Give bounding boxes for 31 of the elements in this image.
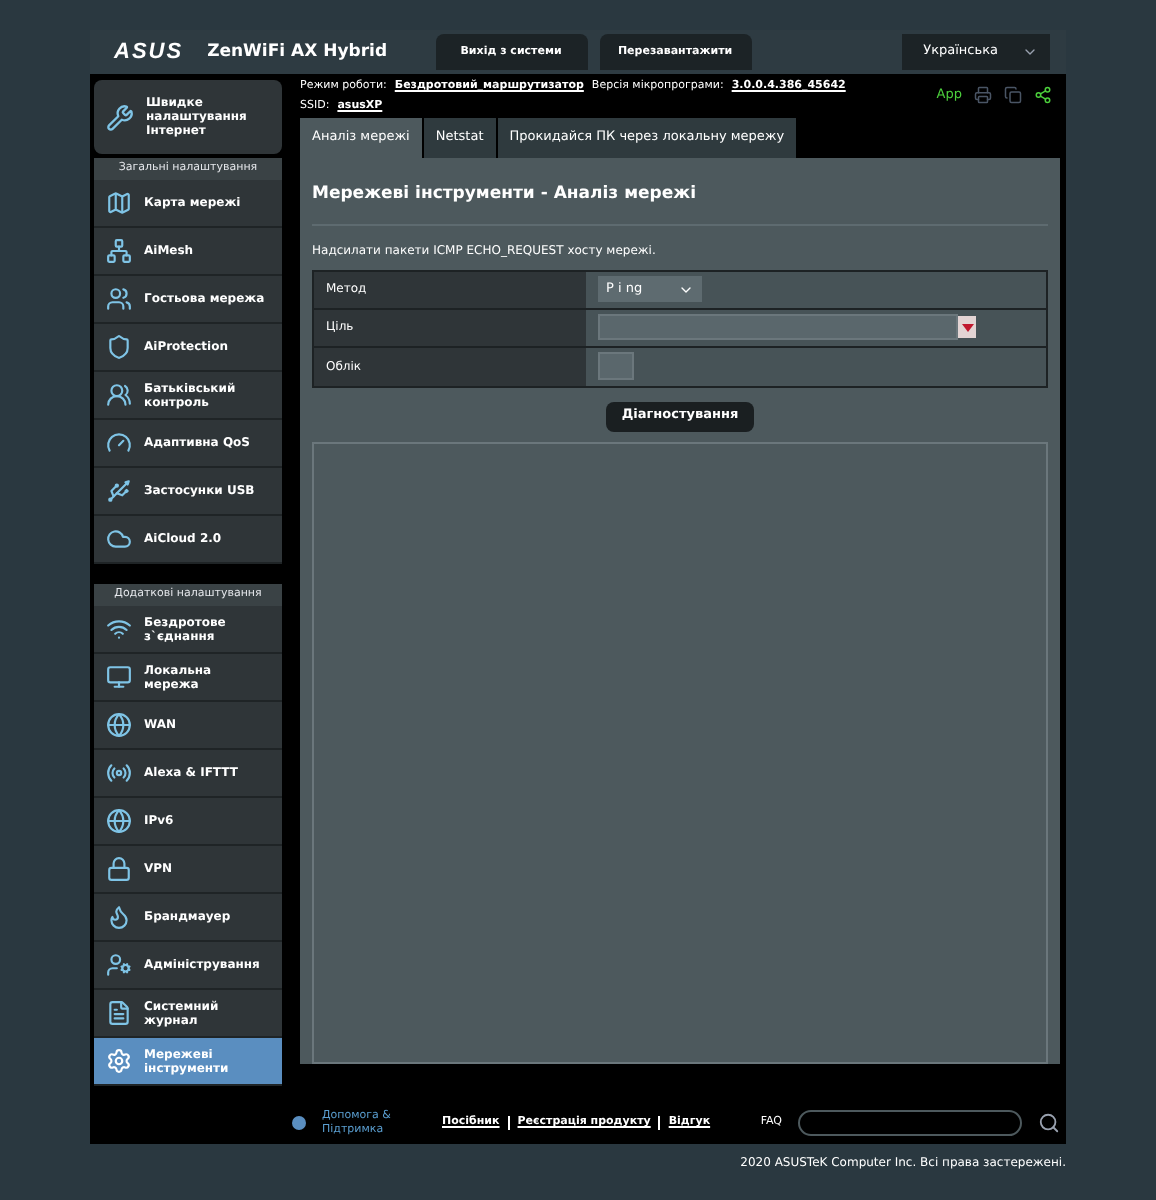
chevron-down-icon (1022, 44, 1038, 60)
gear-icon (106, 1048, 132, 1074)
globe-icon (106, 808, 132, 834)
cloud-icon (106, 526, 132, 552)
target-field[interactable] (598, 314, 958, 341)
antenna-icon (106, 760, 132, 786)
gauge-icon (106, 430, 132, 456)
faq-search-field[interactable] (798, 1110, 1022, 1136)
map-icon (106, 190, 132, 216)
monitor-icon (106, 664, 132, 690)
wrench-icon (106, 103, 134, 131)
triangle-down-icon (961, 323, 973, 332)
logo: ASUS (114, 37, 184, 68)
shield-icon (106, 334, 132, 360)
document-icon (106, 1000, 132, 1026)
network-icon (106, 238, 132, 264)
globe-icon (106, 712, 132, 738)
help-icon (292, 1116, 306, 1130)
people-icon (106, 286, 132, 312)
usb-icon (106, 478, 132, 504)
count-field[interactable] (598, 352, 634, 381)
model-name: ZenWiFi AX Hybrid (207, 39, 388, 65)
user-gear-icon (106, 952, 132, 978)
search-icon[interactable] (1038, 1112, 1060, 1134)
page-title: Мережеві інструменти - Аналіз мережі (312, 182, 698, 208)
lock-icon (106, 856, 132, 882)
printer-icon[interactable] (974, 86, 992, 105)
flame-icon (106, 904, 132, 930)
people-icon (106, 382, 132, 408)
dropdown-button[interactable] (958, 316, 976, 339)
copy-icon[interactable] (1004, 86, 1022, 105)
